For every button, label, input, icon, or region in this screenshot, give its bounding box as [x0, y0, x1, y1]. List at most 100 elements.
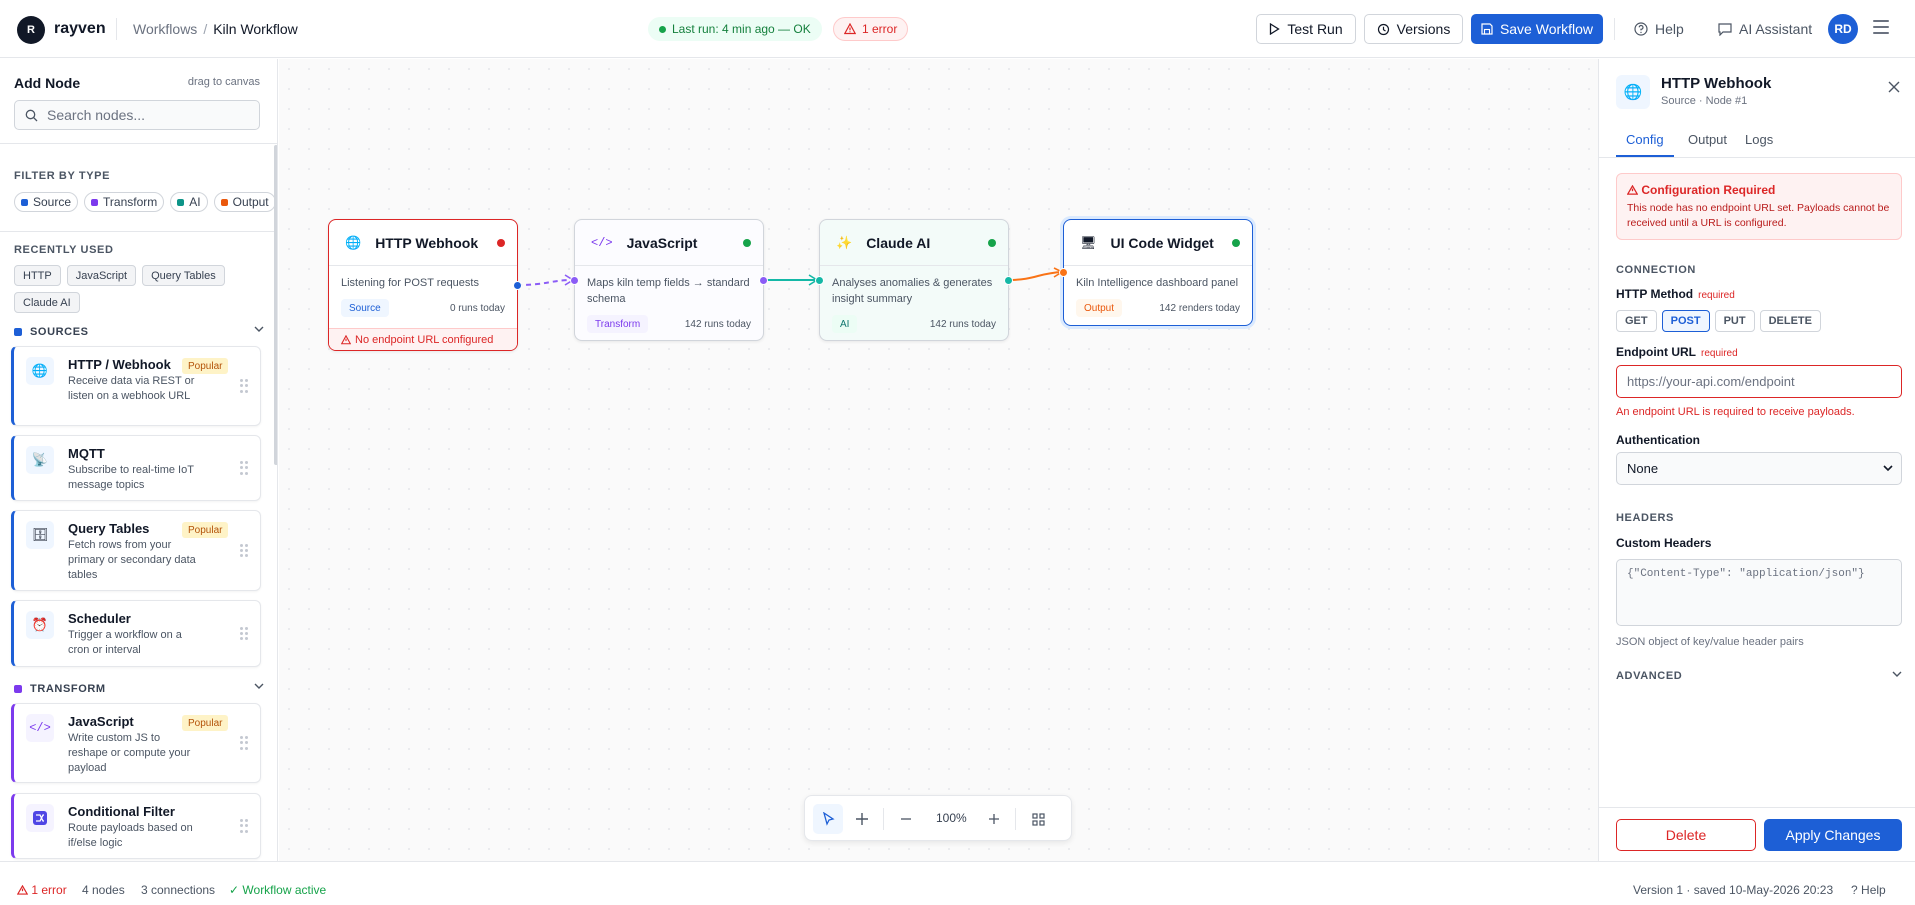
- advanced-section-toggle[interactable]: ADVANCED: [1616, 670, 1902, 682]
- tab-logs[interactable]: Logs: [1745, 132, 1773, 147]
- output-port[interactable]: [759, 276, 768, 285]
- transform-category-header[interactable]: TRANSFORM: [14, 681, 264, 697]
- drag-handle-icon[interactable]: [240, 736, 248, 750]
- palette-node-query-tables[interactable]: 🗄 Query Tables Popular Fetch rows from y…: [11, 510, 261, 591]
- tab-output[interactable]: Output: [1688, 132, 1727, 147]
- drag-handle-icon[interactable]: [240, 819, 248, 833]
- palette-node-mqtt[interactable]: 📡 MQTT Subscribe to real-time IoT messag…: [11, 435, 261, 501]
- close-icon[interactable]: [1886, 79, 1902, 95]
- recent-chip[interactable]: Query Tables: [142, 265, 225, 286]
- endpoint-url-input[interactable]: [1627, 374, 1887, 389]
- output-port[interactable]: [513, 281, 522, 290]
- help-label: Help: [1655, 21, 1684, 37]
- transform-label: TRANSFORM: [30, 683, 106, 695]
- breadcrumb-workflows[interactable]: Workflows: [133, 21, 197, 37]
- flow-node-javascript[interactable]: </> JavaScript Maps kiln temp fields → st…: [570, 219, 768, 341]
- filter-chip-transform[interactable]: Transform: [84, 192, 165, 212]
- input-port[interactable]: [1059, 268, 1068, 277]
- select-tool-button[interactable]: [813, 804, 843, 834]
- filter-chip-source[interactable]: Source: [14, 192, 79, 212]
- palette-node-http-webhook[interactable]: 🌐 HTTP / Webhook Popular Receive data vi…: [11, 346, 261, 426]
- input-port[interactable]: [570, 276, 579, 285]
- status-help-link[interactable]: ? Help: [1851, 883, 1886, 897]
- filter-icon: [26, 804, 54, 832]
- output-port[interactable]: [1004, 276, 1013, 285]
- add-node-button[interactable]: [847, 804, 877, 834]
- sidebar-scrollbar[interactable]: [274, 145, 277, 465]
- custom-headers-label: Custom Headers: [1616, 536, 1712, 550]
- node-type-tag: Source: [341, 299, 389, 317]
- palette-node-desc: Fetch rows from your primary or secondar…: [68, 539, 196, 581]
- help-link[interactable]: Help: [1634, 21, 1684, 37]
- node-search[interactable]: [14, 100, 260, 130]
- palette-node-name: Query Tables: [68, 521, 150, 536]
- filter-chip-ai[interactable]: AI: [170, 192, 208, 212]
- zoom-out-button[interactable]: [891, 804, 921, 834]
- status-errors[interactable]: 1 error: [16, 883, 67, 897]
- authentication-select[interactable]: None: [1616, 452, 1902, 485]
- flow-node-claude-ai[interactable]: ✨ Claude AI Analyses anomalies & generate…: [815, 219, 1013, 341]
- palette-node-desc: Subscribe to real-time IoT message topic…: [68, 464, 194, 491]
- node-title: JavaScript: [626, 234, 698, 251]
- minus-icon: [901, 818, 911, 820]
- endpoint-url-error: An endpoint URL is required to receive p…: [1616, 406, 1855, 418]
- delete-node-button[interactable]: Delete: [1616, 819, 1756, 851]
- node-run-count: 142 runs today: [929, 319, 996, 330]
- recent-chip[interactable]: HTTP: [14, 265, 61, 286]
- breadcrumb-separator: /: [203, 21, 208, 37]
- workflow-canvas[interactable]: 🌐 HTTP Webhook Listening for POST request…: [279, 59, 1598, 861]
- drag-handle-icon[interactable]: [240, 626, 248, 641]
- type-filters: Source Transform AI Output: [14, 192, 276, 212]
- menu-icon[interactable]: [1873, 20, 1889, 34]
- warning-icon: [341, 334, 351, 344]
- drag-handle-icon[interactable]: [240, 379, 248, 393]
- zoom-in-button[interactable]: [979, 804, 1009, 834]
- user-avatar[interactable]: RD: [1828, 14, 1858, 44]
- save-workflow-button[interactable]: Save Workflow: [1471, 14, 1603, 44]
- recently-used-list: HTTP JavaScript Query Tables Claude AI: [14, 265, 264, 313]
- chevron-down-icon: [1883, 465, 1893, 472]
- palette-node-scheduler[interactable]: ⏰ Scheduler Trigger a workflow on a cron…: [11, 600, 261, 667]
- save-icon: [1481, 23, 1493, 35]
- ai-assistant-link[interactable]: AI Assistant: [1718, 21, 1812, 37]
- filter-chip-output[interactable]: Output: [213, 192, 276, 212]
- plus-icon: [856, 813, 868, 825]
- filter-label: Output: [232, 195, 269, 209]
- error-count-badge[interactable]: 1 error: [833, 17, 909, 41]
- connections-layer: [516, 267, 1064, 286]
- recent-chip[interactable]: JavaScript: [66, 265, 137, 286]
- test-run-label: Test Run: [1287, 21, 1343, 37]
- method-put-button[interactable]: PUT: [1714, 310, 1755, 332]
- node-title: UI Code Widget: [1110, 234, 1214, 251]
- endpoint-url-field[interactable]: [1616, 365, 1902, 398]
- flow-node-http-webhook[interactable]: 🌐 HTTP Webhook Listening for POST request…: [328, 219, 522, 351]
- sources-category-header[interactable]: SOURCES: [14, 324, 264, 340]
- alert-body: This node has no endpoint URL set. Paylo…: [1627, 202, 1890, 229]
- method-get-button[interactable]: GET: [1616, 310, 1657, 332]
- tab-config[interactable]: Config: [1626, 132, 1664, 147]
- fit-view-button[interactable]: [1023, 804, 1053, 834]
- drag-handle-icon[interactable]: [240, 461, 248, 475]
- recent-chip[interactable]: Claude AI: [14, 292, 80, 313]
- palette-node-conditional-filter[interactable]: Conditional Filter Route payloads based …: [11, 793, 261, 859]
- apply-changes-button[interactable]: Apply Changes: [1764, 819, 1902, 851]
- method-post-button[interactable]: POST: [1661, 310, 1710, 332]
- node-search-input[interactable]: [47, 107, 247, 123]
- custom-headers-textarea[interactable]: {"Content-Type": "application/json"}: [1616, 559, 1902, 626]
- flow-node-ui-code-widget[interactable]: 🖥 UI Code Widget Kiln Intelligence dashbo…: [1059, 219, 1253, 326]
- input-port[interactable]: [815, 276, 824, 285]
- popular-badge: Popular: [182, 522, 229, 538]
- palette-node-javascript[interactable]: </> JavaScript Popular Write custom JS t…: [11, 703, 261, 783]
- versions-button[interactable]: Versions: [1364, 14, 1463, 44]
- authentication-value: None: [1627, 461, 1659, 476]
- monitor-icon: 🖥: [1080, 234, 1097, 250]
- node-config-panel: 🌐 HTTP Webhook Source · Node #1 Config O…: [1598, 59, 1915, 861]
- status-node-count: 4 nodes: [82, 883, 125, 897]
- drag-handle-icon[interactable]: [240, 543, 248, 558]
- status-errors-text: 1 error: [31, 883, 67, 897]
- method-delete-button[interactable]: DELETE: [1759, 310, 1821, 332]
- test-run-button[interactable]: Test Run: [1256, 14, 1356, 44]
- node-error-text: No endpoint URL configured: [355, 333, 494, 346]
- app-logo[interactable]: R: [17, 16, 45, 44]
- alert-title: Configuration Required: [1626, 183, 1775, 197]
